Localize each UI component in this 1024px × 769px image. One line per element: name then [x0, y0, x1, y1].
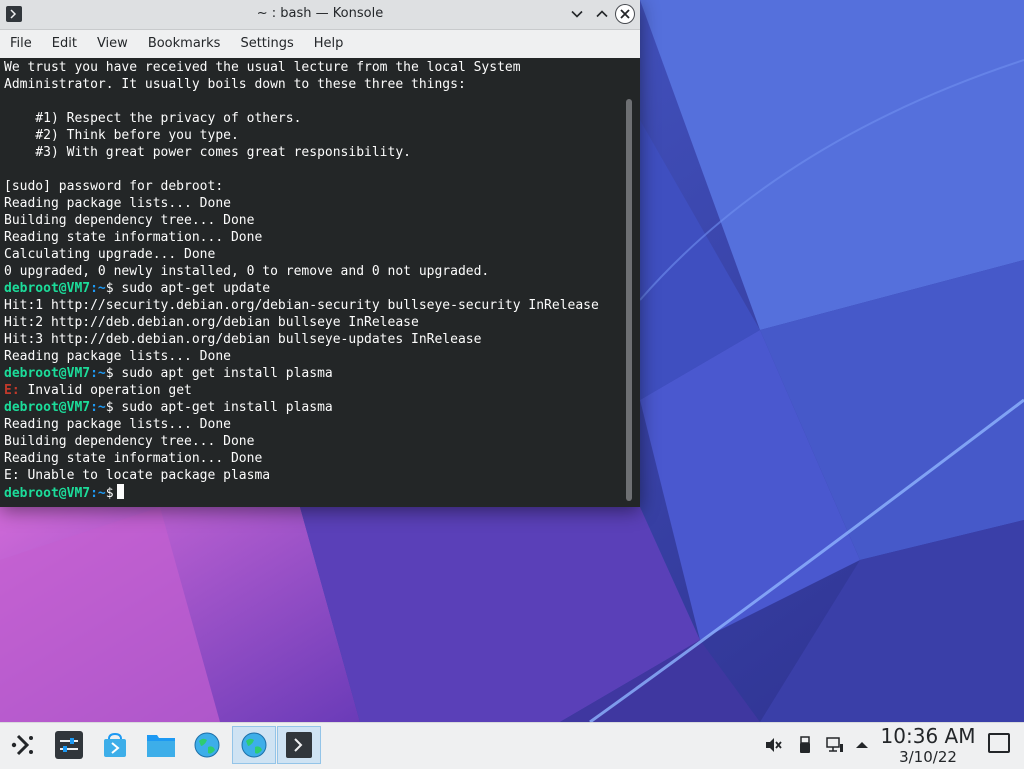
terminal-line: [sudo] password for debroot: — [4, 179, 224, 194]
taskbar-discover[interactable] — [96, 726, 134, 764]
expand-arrow-icon — [856, 742, 868, 748]
prompt-sign: $ — [105, 281, 114, 296]
clock-date[interactable]: 3/10/22 — [878, 748, 978, 766]
kde-launcher-icon — [11, 734, 33, 756]
konsole-window: ~ : bash — Konsole File Edit View Bookma… — [0, 0, 640, 507]
terminal-line: Reading state information... Done — [4, 230, 263, 245]
prompt-sign: $ — [105, 400, 114, 415]
prompt-path: ~ — [97, 400, 106, 415]
terminal-line: Reading package lists... Done — [4, 196, 231, 211]
terminal-lines: We trust you have received the usual lec… — [4, 59, 599, 501]
prompt-sign: $ — [105, 486, 114, 501]
terminal-line: Reading package lists... Done — [4, 417, 231, 432]
chevron-down-icon — [571, 10, 583, 18]
terminal-line: Calculating upgrade... Done — [4, 247, 216, 262]
maximize-button[interactable] — [592, 4, 612, 24]
menu-settings[interactable]: Settings — [230, 30, 303, 58]
terminal-output[interactable]: We trust you have received the usual lec… — [0, 59, 640, 507]
prompt-sign: $ — [105, 366, 114, 381]
menu-edit[interactable]: Edit — [42, 30, 87, 58]
volume-muted-icon — [766, 738, 782, 752]
chevron-up-icon — [596, 10, 608, 18]
terminal-icon — [286, 732, 312, 758]
tray-expand-button[interactable] — [851, 734, 873, 756]
prompt-user: debroot@VM7 — [4, 486, 91, 501]
terminal-line: Hit:1 http://security.debian.org/debian-… — [4, 298, 599, 313]
prompt-separator: : — [90, 400, 98, 415]
terminal-line: E: Invalid operation get — [4, 382, 599, 399]
terminal-line: We trust you have received the usual lec… — [4, 60, 521, 75]
prompt-path: ~ — [97, 281, 106, 296]
tray-network[interactable] — [824, 734, 846, 756]
menu-bookmarks[interactable]: Bookmarks — [138, 30, 231, 58]
terminal-line: Building dependency tree... Done — [4, 434, 255, 449]
prompt-separator: : — [90, 486, 98, 501]
terminal-line: 0 upgraded, 0 newly installed, 0 to remo… — [4, 264, 490, 279]
prompt-path: ~ — [97, 486, 106, 501]
prompt-separator: : — [90, 281, 98, 296]
discover-store-icon — [104, 732, 126, 757]
prompt-user: debroot@VM7 — [4, 366, 91, 381]
window-title: ~ : bash — Konsole — [256, 6, 384, 21]
terminal-line: Reading state information... Done — [4, 451, 263, 466]
terminal-line: #3) With great power comes great respons… — [4, 145, 411, 160]
tray-volume[interactable] — [762, 734, 784, 756]
terminal-line: E: Unable to locate package plasma — [4, 468, 271, 483]
terminal-line: Reading package lists... Done — [4, 349, 231, 364]
taskbar-system-settings[interactable] — [50, 726, 88, 764]
terminal-cursor — [116, 484, 124, 499]
application-launcher-button[interactable] — [4, 726, 42, 764]
show-desktop-button[interactable] — [988, 733, 1010, 753]
menu-bar: File Edit View Bookmarks Settings Help — [0, 30, 640, 58]
menu-help[interactable]: Help — [304, 30, 354, 58]
network-icon — [826, 737, 843, 752]
clock-time[interactable]: 10:36 AM — [878, 724, 978, 748]
globe-icon — [194, 732, 220, 758]
terminal-line: Building dependency tree... Done — [4, 213, 255, 228]
menu-file[interactable]: File — [0, 30, 42, 58]
settings-sliders-icon — [55, 731, 83, 759]
error-message: Invalid operation get — [19, 383, 192, 398]
taskbar-konsole[interactable] — [277, 726, 321, 764]
globe-icon — [241, 732, 267, 758]
taskbar-web-browser-1[interactable] — [188, 726, 226, 764]
window-titlebar[interactable]: ~ : bash — Konsole — [0, 0, 640, 30]
terminal-line: Hit:2 http://deb.debian.org/debian bulls… — [4, 315, 419, 330]
folder-icon — [147, 735, 175, 757]
prompt-command: sudo apt get install plasma — [113, 366, 333, 381]
prompt-user: debroot@VM7 — [4, 400, 91, 415]
prompt-path: ~ — [97, 366, 106, 381]
taskbar-web-browser-2[interactable] — [232, 726, 276, 764]
terminal-line: #2) Think before you type. — [4, 128, 239, 143]
prompt-command: sudo apt-get install plasma — [113, 400, 333, 415]
tray-usb[interactable] — [794, 734, 816, 756]
terminal-line: Administrator. It usually boils down to … — [4, 77, 466, 92]
close-icon — [616, 5, 634, 23]
prompt-command: sudo apt-get update — [113, 281, 271, 296]
prompt-user: debroot@VM7 — [4, 281, 91, 296]
minimize-button[interactable] — [567, 4, 587, 24]
terminal-line: debroot@VM7:~$ sudo apt-get install plas… — [4, 399, 599, 416]
terminal-scrollbar[interactable] — [626, 99, 632, 501]
error-tag: E: — [4, 383, 20, 398]
terminal-line: Hit:3 http://deb.debian.org/debian bulls… — [4, 332, 482, 347]
menu-view[interactable]: View — [87, 30, 138, 58]
taskbar-file-manager[interactable] — [142, 726, 180, 764]
terminal-line: debroot@VM7:~$ — [4, 484, 599, 501]
terminal-line: debroot@VM7:~$ sudo apt-get update — [4, 280, 599, 297]
terminal-line: debroot@VM7:~$ sudo apt get install plas… — [4, 365, 599, 382]
prompt-separator: : — [90, 366, 98, 381]
usb-device-icon — [800, 736, 810, 753]
terminal-line: #1) Respect the privacy of others. — [4, 111, 302, 126]
close-button[interactable] — [615, 4, 635, 24]
